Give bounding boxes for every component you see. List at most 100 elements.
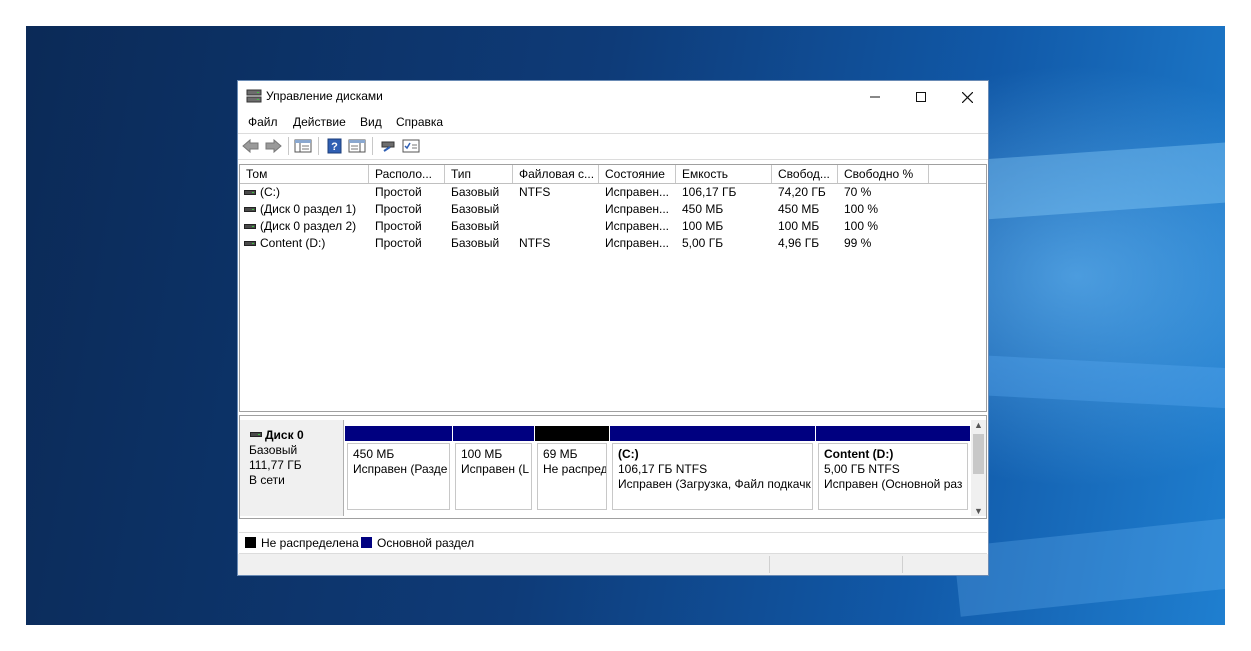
table-row[interactable]: (Диск 0 раздел 1) Простой Базовый Исправ…	[240, 201, 986, 218]
status-bar	[238, 554, 988, 575]
partition-size: 100 МБ	[461, 447, 503, 461]
cell-type: Базовый	[451, 185, 500, 199]
cell-type: Базовый	[451, 202, 500, 216]
partition-c[interactable]: (C:) 106,17 ГБ NTFS Исправен (Загрузка, …	[610, 426, 815, 514]
column-header-status[interactable]: Состояние	[599, 165, 676, 183]
column-header-volume[interactable]: Том	[240, 165, 369, 183]
cell-free-percent: 100 %	[844, 202, 879, 216]
cell-free-space: 100 МБ	[778, 219, 820, 233]
legend-swatch-unallocated	[245, 537, 256, 548]
cell-capacity: 100 МБ	[682, 219, 724, 233]
minimize-button[interactable]	[852, 81, 898, 111]
partition-title: Content (D:)	[824, 447, 894, 461]
cell-layout: Простой	[375, 185, 422, 199]
disk-size: 111,77 ГБ	[249, 458, 302, 472]
scroll-down-icon[interactable]: ▼	[971, 506, 986, 516]
window-title: Управление дисками	[266, 89, 383, 103]
cell-capacity: 106,17 ГБ	[682, 185, 737, 199]
cell-free-space: 450 МБ	[778, 202, 820, 216]
partition-size: 106,17 ГБ NTFS	[618, 462, 708, 476]
cell-volume: Content (D:)	[260, 236, 326, 250]
partition-2[interactable]: 100 МБ Исправен (L	[453, 426, 534, 514]
minimize-icon	[870, 96, 880, 98]
column-header-free-space[interactable]: Свобод...	[772, 165, 838, 183]
partition-d[interactable]: Content (D:) 5,00 ГБ NTFS Исправен (Осно…	[816, 426, 970, 514]
partition-body: 69 МБ Не распреде	[537, 443, 607, 510]
legend-primary: Основной раздел	[377, 536, 475, 550]
svg-text:?: ?	[331, 141, 338, 153]
partition-1[interactable]: 450 МБ Исправен (Разде	[345, 426, 452, 514]
cell-layout: Простой	[375, 202, 422, 216]
partition-bar	[610, 426, 815, 441]
title-bar[interactable]: Управление дисками	[238, 81, 988, 111]
partition-body: 100 МБ Исправен (L	[455, 443, 532, 510]
table-row[interactable]: (Диск 0 раздел 2) Простой Базовый Исправ…	[240, 218, 986, 235]
legend-unallocated: Не распределена	[261, 536, 359, 550]
cell-free-space: 4,96 ГБ	[778, 236, 820, 250]
partition-body: 450 МБ Исправен (Разде	[347, 443, 450, 510]
cell-filesystem	[513, 218, 599, 235]
maximize-button[interactable]	[898, 81, 944, 111]
cell-volume: (Диск 0 раздел 1)	[260, 202, 357, 216]
partition-bar	[816, 426, 970, 441]
close-button[interactable]	[944, 81, 990, 111]
close-icon	[961, 91, 973, 104]
scroll-up-icon[interactable]: ▲	[971, 420, 986, 430]
properties-icon[interactable]	[348, 138, 366, 154]
cell-capacity: 5,00 ГБ	[682, 236, 724, 250]
legend: Не распределена Основной раздел	[239, 532, 987, 554]
column-header-type[interactable]: Тип	[445, 165, 513, 183]
forward-arrow-icon[interactable]	[264, 138, 282, 154]
cell-type: Базовый	[451, 236, 500, 250]
table-row[interactable]: Content (D:) Простой Базовый NTFS Исправ…	[240, 235, 986, 252]
cell-capacity: 450 МБ	[682, 202, 724, 216]
partition-body: (C:) 106,17 ГБ NTFS Исправен (Загрузка, …	[612, 443, 813, 510]
column-header-capacity[interactable]: Емкость	[676, 165, 772, 183]
toolbar: ?	[238, 133, 988, 160]
cell-status: Исправен...	[605, 185, 670, 199]
list-header: Том Располо... Тип Файловая с... Состоян…	[240, 165, 986, 184]
drive-icon	[250, 432, 262, 437]
partition-status: Исправен (L	[461, 462, 530, 476]
column-header-free-percent[interactable]: Свободно %	[838, 165, 929, 183]
table-row[interactable]: (C:) Простой Базовый NTFS Исправен... 10…	[240, 184, 986, 201]
legend-swatch-primary	[361, 537, 372, 548]
cell-free-percent: 99 %	[844, 236, 872, 250]
menu-file[interactable]: Файл	[248, 115, 278, 129]
cell-filesystem: NTFS	[519, 236, 551, 250]
cell-volume: (Диск 0 раздел 2)	[260, 219, 357, 233]
partition-size: 5,00 ГБ NTFS	[824, 462, 900, 476]
disk-management-icon	[246, 89, 262, 103]
cell-layout: Простой	[375, 219, 422, 233]
unallocated-space[interactable]: 69 МБ Не распреде	[535, 426, 609, 514]
cell-filesystem	[513, 201, 599, 218]
column-header-filesystem[interactable]: Файловая с...	[513, 165, 599, 183]
scroll-thumb[interactable]	[973, 434, 984, 474]
disk-type: Базовый	[249, 443, 298, 457]
partition-bar	[453, 426, 534, 441]
menu-help[interactable]: Справка	[396, 115, 443, 129]
checklist-icon[interactable]	[402, 138, 420, 154]
help-icon[interactable]: ?	[326, 138, 344, 154]
disk-name-label: Диск 0	[265, 428, 304, 442]
partition-bar	[345, 426, 452, 441]
console-tree-icon[interactable]	[294, 138, 312, 154]
cell-layout: Простой	[375, 236, 422, 250]
cell-free-percent: 70 %	[844, 185, 872, 199]
rescan-icon[interactable]	[380, 138, 398, 154]
maximize-icon	[916, 92, 926, 103]
cell-filesystem: NTFS	[519, 185, 551, 199]
vertical-scrollbar[interactable]: ▲ ▼	[971, 420, 986, 516]
disk-info-panel[interactable]: Диск 0 Базовый 111,77 ГБ В сети	[240, 420, 344, 516]
back-arrow-icon[interactable]	[242, 138, 260, 154]
cell-free-percent: 100 %	[844, 219, 879, 233]
menu-bar: Файл Действие Вид Справка	[238, 111, 988, 133]
partition-status: Исправен (Основной раз	[824, 477, 963, 491]
menu-view[interactable]: Вид	[360, 115, 382, 129]
partition-size: 450 МБ	[353, 447, 395, 461]
partition-status: Исправен (Разде	[353, 462, 448, 476]
partition-bar	[535, 426, 609, 441]
menu-action[interactable]: Действие	[293, 115, 346, 129]
column-header-layout[interactable]: Располо...	[369, 165, 445, 183]
partition-size: 69 МБ	[543, 447, 578, 461]
